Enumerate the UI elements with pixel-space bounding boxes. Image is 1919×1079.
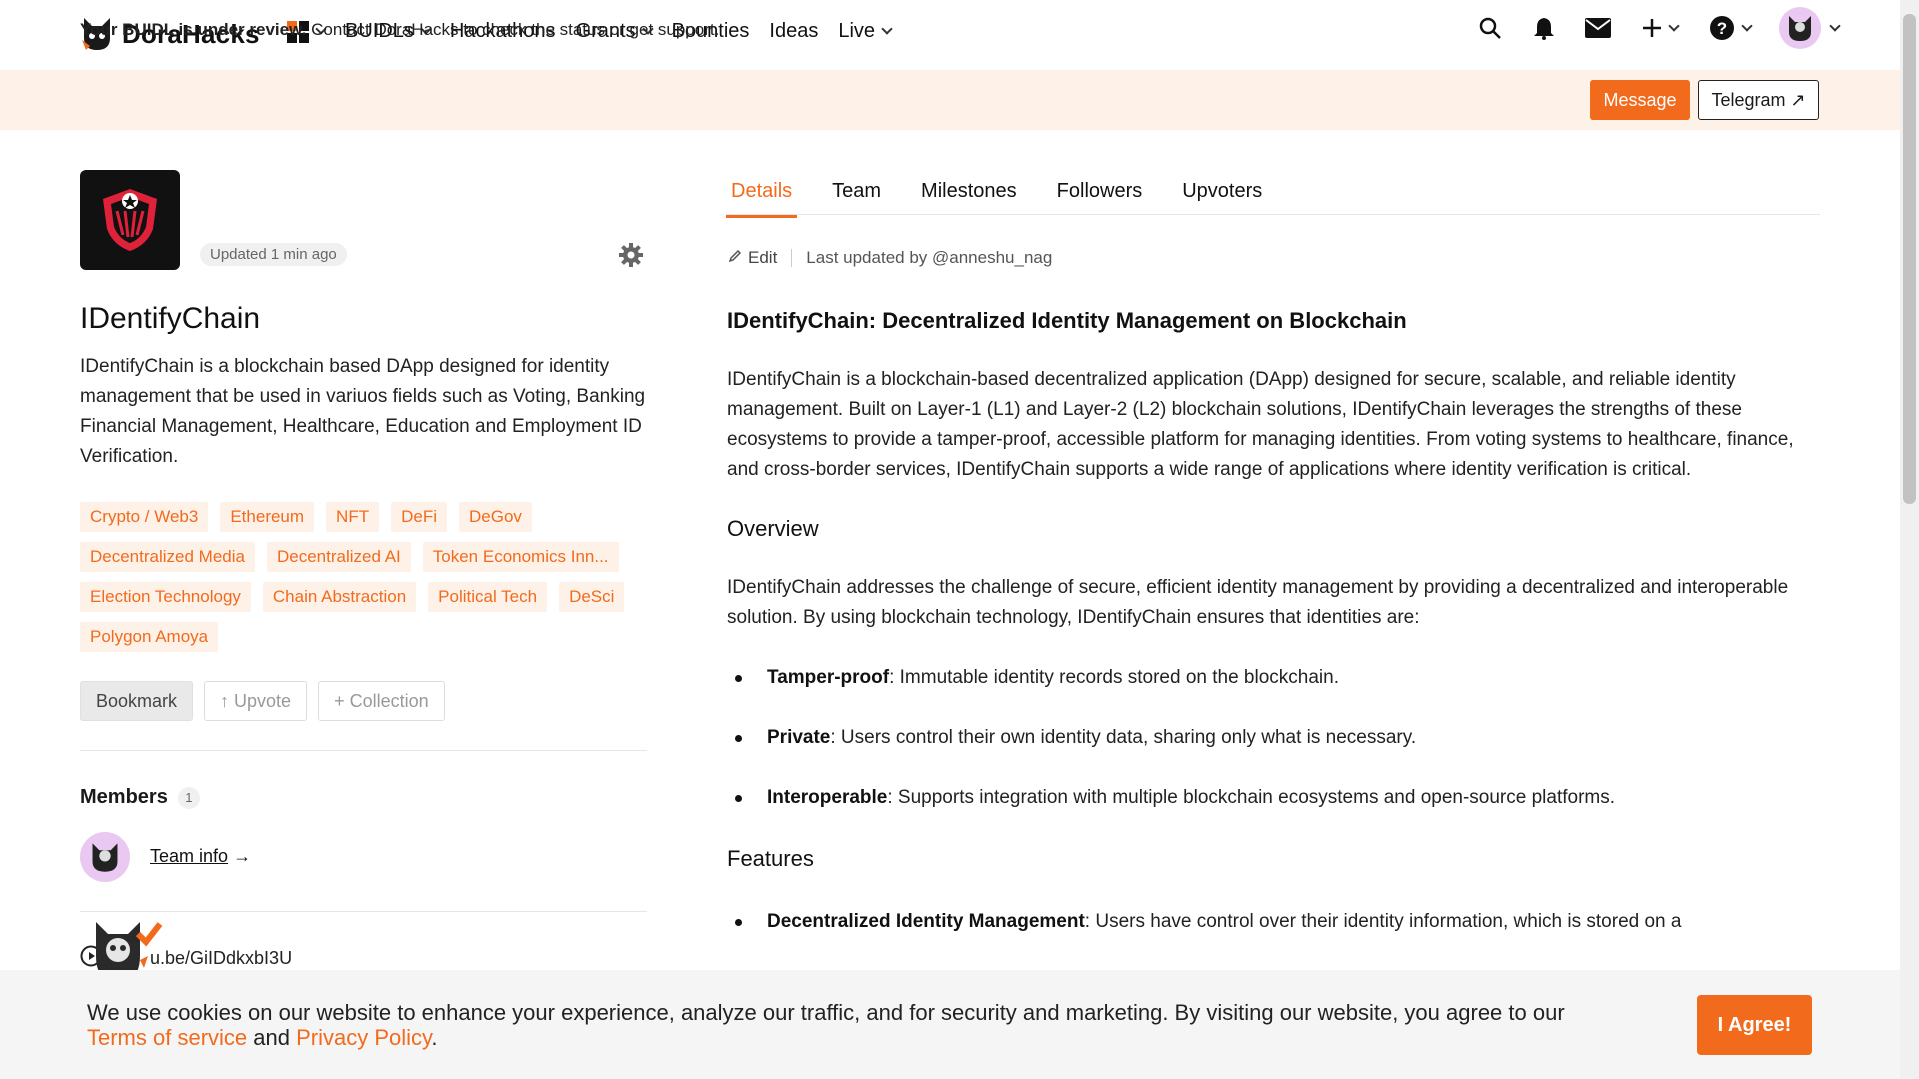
edit-row: Edit Last updated by @anneshu_nag	[728, 248, 1052, 268]
nav-ideas[interactable]: Ideas	[769, 20, 818, 43]
project-tabs: Details Team Milestones Followers Upvote…	[726, 180, 1267, 218]
details-content: IDentifyChain: Decentralized Identity Ma…	[727, 303, 1819, 937]
tag[interactable]: DeFi	[391, 502, 447, 532]
telegram-button[interactable]: Telegram ↗	[1698, 80, 1819, 120]
tab-team[interactable]: Team	[827, 180, 886, 218]
chevron-down-icon	[1829, 19, 1841, 32]
review-banner-message: Contact DoraHacks to check the status or…	[306, 20, 720, 39]
features-list: Decentralized Identity Management: Users…	[727, 907, 1819, 937]
list-item-text: : Users have control over their identity…	[1084, 911, 1682, 932]
chevron-down-icon	[1668, 19, 1680, 32]
bookmark-button[interactable]: Bookmark	[80, 681, 194, 721]
cookie-end: .	[431, 1025, 438, 1050]
nav-right-actions: ?	[1476, 7, 1841, 49]
details-intro: IDentifyChain is a blockchain-based dece…	[727, 369, 1794, 480]
updated-badge: Updated 1 min ago	[200, 243, 347, 266]
members-count: 1	[177, 786, 200, 809]
member-avatar[interactable]	[80, 832, 130, 882]
tag[interactable]: Token Economics Inn...	[422, 542, 619, 572]
tag[interactable]: DeSci	[559, 582, 625, 612]
tag[interactable]: Chain Abstraction	[262, 582, 417, 612]
review-banner-bold: Your BUIDL is under review.	[80, 20, 307, 39]
nav-live[interactable]: Live	[838, 20, 893, 43]
tag[interactable]: Polygon Amoya	[80, 622, 219, 652]
cookie-and: and	[247, 1025, 297, 1050]
edit-label: Edit	[748, 248, 778, 267]
tag[interactable]: Decentralized Media	[80, 542, 255, 572]
project-logo	[80, 170, 180, 270]
project-actions: Bookmark ↑ Upvote + Collection	[80, 681, 445, 721]
cookie-message: We use cookies on our website to enhance…	[87, 1000, 1565, 1025]
divider	[80, 750, 647, 751]
chevron-down-icon	[1741, 19, 1753, 32]
list-item: Private: Users control their own identit…	[727, 723, 1819, 753]
list-item-text: : Users control their own identity data,…	[830, 727, 1417, 748]
divider	[80, 911, 647, 912]
mail-icon[interactable]	[1584, 14, 1612, 42]
chevron-down-icon	[881, 23, 893, 35]
terms-of-service-link[interactable]: Terms of service	[87, 1025, 247, 1050]
team-info-label: Team info	[150, 846, 229, 866]
pencil-icon	[728, 248, 742, 268]
overview-text: IDentifyChain addresses the challenge of…	[727, 577, 1789, 628]
user-menu[interactable]	[1778, 7, 1841, 49]
arrow-right-icon: →	[233, 846, 252, 866]
list-item: Tamper-proof: Immutable identity records…	[727, 663, 1819, 693]
tag[interactable]: Decentralized AI	[266, 542, 411, 572]
list-item-term: Interoperable	[767, 787, 888, 808]
list-item-text: : Immutable identity records stored on t…	[889, 667, 1339, 688]
tag[interactable]: Election Technology	[80, 582, 251, 612]
scrollbar-thumb[interactable]	[1903, 14, 1916, 504]
plus-icon[interactable]	[1638, 14, 1682, 42]
search-icon[interactable]	[1476, 14, 1504, 42]
svg-text:?: ?	[1717, 19, 1727, 38]
list-item: Decentralized Identity Management: Users…	[727, 907, 1819, 937]
features-heading: Features	[727, 846, 814, 871]
overview-list: Tamper-proof: Immutable identity records…	[727, 663, 1819, 813]
cookie-text: We use cookies on our website to enhance…	[87, 1000, 1587, 1050]
tab-followers[interactable]: Followers	[1052, 180, 1148, 218]
tag-list: Crypto / Web3 Ethereum NFT DeFi DeGov De…	[80, 502, 650, 652]
user-avatar	[1779, 7, 1821, 49]
members-heading: Members 1	[80, 786, 200, 809]
bell-icon[interactable]	[1530, 14, 1558, 42]
gear-icon[interactable]	[618, 242, 644, 268]
tag[interactable]: DeGov	[459, 502, 532, 532]
list-item-term: Private	[767, 727, 831, 748]
project-description: IDentifyChain is a blockchain based DApp…	[80, 356, 646, 467]
project-title: IDentifyChain	[80, 302, 261, 335]
video-link-text: u.be/GiIDdkxbI3U	[150, 948, 293, 968]
add-collection-button[interactable]: + Collection	[318, 681, 445, 721]
team-info-link[interactable]: Team info →	[150, 846, 251, 867]
details-heading: IDentifyChain: Decentralized Identity Ma…	[727, 308, 1407, 333]
tab-details[interactable]: Details	[726, 180, 798, 218]
agree-button[interactable]: I Agree!	[1697, 995, 1812, 1055]
tag[interactable]: Crypto / Web3	[80, 502, 209, 532]
tag[interactable]: Ethereum	[220, 502, 315, 532]
nav-live-label: Live	[838, 20, 876, 42]
edit-button[interactable]: Edit	[728, 248, 777, 268]
upvote-button[interactable]: ↑ Upvote	[204, 681, 308, 721]
privacy-policy-link[interactable]: Privacy Policy	[296, 1025, 431, 1050]
review-banner-text: Your BUIDL is under review. Contact Dora…	[80, 20, 719, 40]
separator	[791, 249, 793, 267]
tab-upvoters[interactable]: Upvoters	[1177, 180, 1267, 218]
list-item-text: : Supports integration with multiple blo…	[887, 787, 1616, 808]
list-item-term: Tamper-proof	[767, 667, 890, 688]
tab-milestones[interactable]: Milestones	[916, 180, 1022, 218]
nav-ideas-label: Ideas	[769, 20, 819, 42]
help-icon[interactable]: ?	[1708, 14, 1753, 42]
list-item: Interoperable: Supports integration with…	[727, 783, 1819, 813]
list-item-term: Decentralized Identity Management	[767, 911, 1085, 932]
last-updated-text: Last updated by @anneshu_nag	[806, 248, 1053, 267]
overview-heading: Overview	[727, 516, 819, 541]
tabs-divider	[726, 214, 1820, 215]
message-button[interactable]: Message	[1590, 80, 1690, 120]
members-label: Members	[80, 786, 168, 808]
tag[interactable]: Political Tech	[428, 582, 548, 612]
tag[interactable]: NFT	[326, 502, 380, 532]
